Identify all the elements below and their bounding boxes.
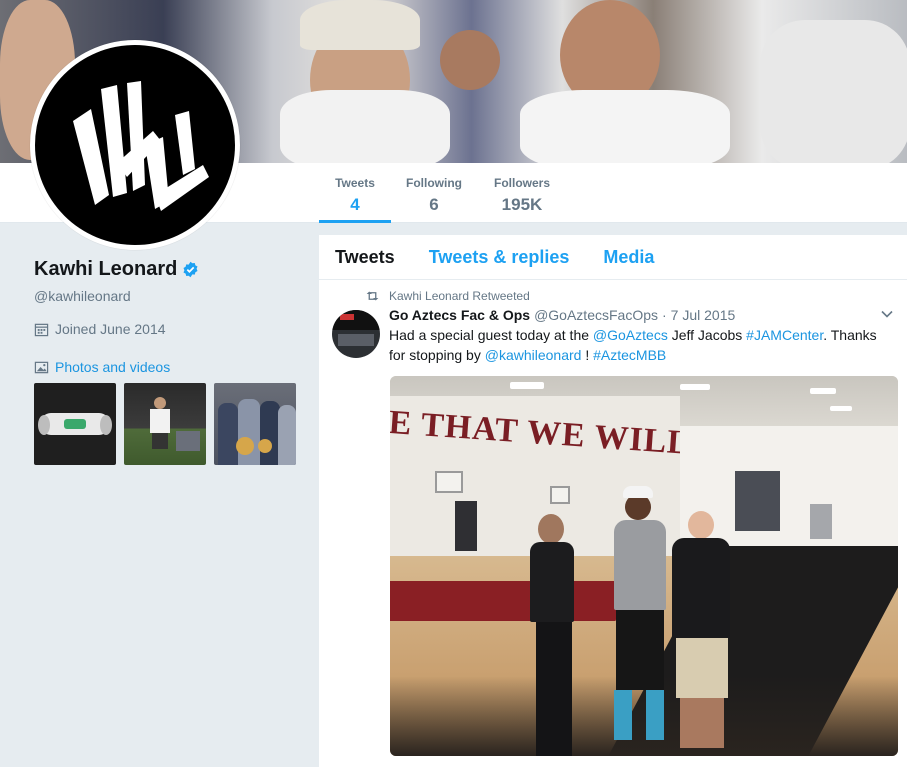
tweet-header: Go Aztecs Fac & Ops @GoAztecsFacOps · 7 … xyxy=(389,307,907,323)
tweet-author-avatar[interactable] xyxy=(332,310,380,358)
nav-followers-label: Followers xyxy=(493,176,550,190)
tweet-text-part: Had a special guest today at the xyxy=(389,327,593,343)
tab-tweets[interactable]: Tweets xyxy=(335,247,395,268)
tweet-text-part: ! xyxy=(581,347,594,363)
tweet-author-handle[interactable]: @GoAztecsFacOps xyxy=(534,307,658,323)
profile-name[interactable]: Kawhi Leonard xyxy=(34,258,177,281)
chevron-down-icon[interactable] xyxy=(881,310,893,318)
timeline: Tweets Tweets & replies Media Kawhi Leon… xyxy=(319,235,907,767)
nav-tweets[interactable]: Tweets 4 xyxy=(319,176,391,223)
tweet-separator: · xyxy=(662,307,667,323)
retweet-context-text[interactable]: Kawhi Leonard Retweeted xyxy=(389,289,530,303)
retweet-context: Kawhi Leonard Retweeted xyxy=(366,289,530,303)
retweet-icon xyxy=(366,291,379,301)
nav-following-count: 6 xyxy=(429,195,439,214)
joined-date: Joined June 2014 xyxy=(55,321,166,337)
timeline-tabs: Tweets Tweets & replies Media xyxy=(319,235,907,280)
tab-tweets-and-replies[interactable]: Tweets & replies xyxy=(429,247,570,268)
photo-icon xyxy=(34,361,49,373)
hashtag-jamcenter[interactable]: #JAMCenter xyxy=(746,327,823,343)
nav-following[interactable]: Following 6 xyxy=(402,176,466,223)
photo-thumbnails xyxy=(34,383,304,465)
profile-handle[interactable]: @kawhileonard xyxy=(34,288,304,304)
tweet[interactable]: Kawhi Leonard Retweeted Go Aztecs Fac & … xyxy=(319,280,907,365)
photo-thumbnail-hoverboard[interactable] xyxy=(34,383,116,465)
photos-and-videos-link[interactable]: Photos and videos xyxy=(55,359,170,375)
photo-thumbnail-golf[interactable] xyxy=(124,383,206,465)
tab-media[interactable]: Media xyxy=(603,247,654,268)
tweet-media-photo[interactable]: E THAT WE WILL WIN xyxy=(390,376,898,756)
tweet-text: Had a special guest today at the @GoAzte… xyxy=(389,325,889,365)
photo-thumbnail-team[interactable] xyxy=(214,383,296,465)
mention-kawhileonard[interactable]: @kawhileonard xyxy=(485,347,582,363)
nav-tweets-count: 4 xyxy=(350,195,360,214)
nav-following-label: Following xyxy=(406,176,462,190)
tweet-date[interactable]: 7 Jul 2015 xyxy=(671,307,736,323)
tweet-author-name[interactable]: Go Aztecs Fac & Ops xyxy=(389,307,530,323)
klaw-logo xyxy=(35,45,235,245)
hashtag-aztecmbb[interactable]: #AztecMBB xyxy=(593,347,666,363)
verified-badge-icon xyxy=(183,261,198,278)
tweet-text-part: Jeff Jacobs xyxy=(667,327,747,343)
profile-card: Kawhi Leonard @kawhileonard Joined June … xyxy=(34,258,304,465)
mention-goaztecs[interactable]: @GoAztecs xyxy=(593,327,668,343)
nav-followers-count: 195K xyxy=(501,195,543,214)
nav-followers[interactable]: Followers 195K xyxy=(488,176,556,223)
nav-tweets-label: Tweets xyxy=(335,176,375,190)
calendar-icon xyxy=(34,323,49,336)
profile-avatar[interactable] xyxy=(30,40,240,250)
